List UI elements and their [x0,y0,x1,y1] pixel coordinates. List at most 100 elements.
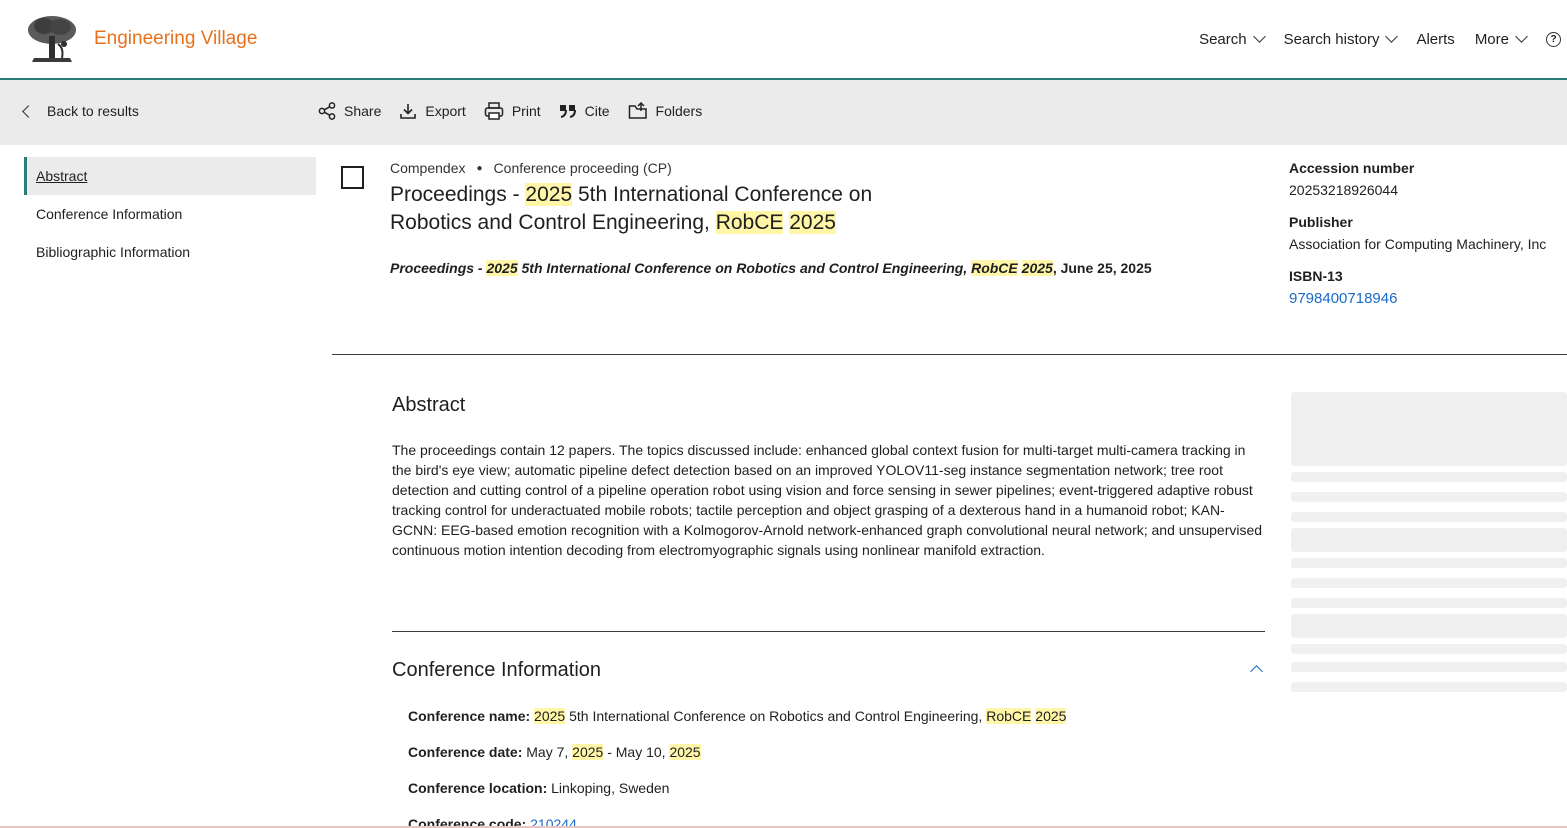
nav-more-label: More [1474,30,1509,48]
document-type: Conference proceeding (CP) [493,160,672,176]
nav-search-history-label: Search history [1283,30,1380,48]
source-text: Proceedings - [390,260,487,276]
accession-number-value: 20253218926044 [1289,182,1399,198]
abstract-heading: Abstract [392,394,466,416]
title-highlight: 2025 [789,211,836,234]
back-to-results-label: Back to results [47,103,139,119]
folders-label: Folders [655,103,703,119]
download-icon [400,104,417,119]
isbn-label: ISBN-13 [1289,268,1343,284]
publisher-label: Publisher [1289,214,1353,230]
sidenav-item-conference-information[interactable]: Conference Information [24,195,316,233]
skeleton-placeholder [1291,512,1567,522]
record-title: Proceedings - 2025 5th International Con… [390,181,910,237]
sidenav-item-label: Abstract [36,168,88,184]
conference-name-highlight: RobCE [986,708,1032,724]
nav-more[interactable]: More [1474,30,1528,48]
sidenav-item-bibliographic-information[interactable]: Bibliographic Information [24,233,316,271]
nav-search-label: Search [1199,30,1247,48]
brand-name[interactable]: Engineering Village [94,28,257,50]
source-highlight: 2025 [486,260,518,276]
printer-icon [484,102,504,120]
source-highlight: RobCE [971,260,1018,276]
back-to-results-link[interactable]: Back to results [18,103,139,119]
title-highlight: RobCE [715,211,784,234]
nav-search[interactable]: Search [1199,30,1266,48]
conference-date-highlight: 2025 [669,744,701,760]
top-header: Engineering Village Search Search histor… [0,0,1567,80]
chevron-down-icon [1252,30,1266,43]
conference-location-label: Conference location: [408,780,548,796]
toolbar-actions: Share Export Print Cite Folders [318,102,720,120]
skeleton-placeholder [1291,528,1567,552]
skeleton-placeholder [1291,578,1567,588]
record-source-line: Compendex ● Conference proceeding (CP) [390,160,672,176]
nav-alerts-label: Alerts [1416,30,1455,48]
print-label: Print [511,103,541,119]
conference-date-label: Conference date: [408,744,523,760]
accession-number-label: Accession number [1289,160,1415,176]
export-label: Export [425,103,466,119]
sidenav-item-label: Conference Information [36,206,183,222]
skeleton-placeholder [1291,472,1567,482]
separator-dot: ● [476,162,483,174]
print-button[interactable]: Print [484,102,541,120]
share-label: Share [344,103,382,119]
folders-button[interactable]: Folders [628,102,703,120]
title-text: Proceedings - [390,183,526,206]
chevron-down-icon [1385,30,1399,43]
record-metadata-panel: Accession number 20253218926044 Publishe… [1289,160,1567,307]
elsevier-tree-logo[interactable] [24,14,80,64]
conference-location-value: Linkoping, Sweden [551,780,670,796]
select-record-checkbox[interactable] [341,166,364,189]
nav-alerts[interactable]: Alerts [1416,31,1454,48]
conference-date-highlight: 2025 [572,744,604,760]
skeleton-placeholder [1291,492,1567,502]
cite-button[interactable]: Cite [559,103,610,119]
section-divider [392,631,1265,632]
conference-name-highlight: 2025 [1035,708,1067,724]
skeleton-placeholder [1291,558,1567,568]
abstract-text: The proceedings contain 12 papers. The t… [392,442,1263,558]
skeleton-placeholder [1291,644,1567,654]
chevron-down-icon [1515,30,1528,43]
export-button[interactable]: Export [399,102,466,120]
sidenav-item-abstract[interactable]: Abstract [24,157,316,195]
top-navigation: Search Search history Alerts More ? [1199,28,1567,50]
source-text: 5th International Conference on Robotics… [517,260,972,276]
isbn-link[interactable]: 9798400718946 [1289,290,1567,307]
share-icon [318,102,336,120]
conference-date-row: Conference date: May 7, 2025 - May 10, 2… [408,744,701,760]
sidenav-item-label: Bibliographic Information [36,244,191,260]
record-source-title: Proceedings - 2025 5th International Con… [390,260,1152,276]
record-section-nav: Abstract Conference Information Bibliogr… [24,157,316,271]
folder-add-icon [628,102,647,119]
source-date: , June 25, 2025 [1052,260,1152,276]
skeleton-placeholder [1291,598,1567,608]
conference-name-row: Conference name: 2025 5th International … [408,708,1067,724]
help-icon[interactable]: ? [1546,31,1561,47]
cite-label: Cite [584,103,610,119]
database-name: Compendex [390,160,466,176]
conference-location-row: Conference location: Linkoping, Sweden [408,780,669,796]
conference-name-label: Conference name: [408,708,531,724]
section-divider [332,354,1567,355]
conference-date-text: May 7, [526,744,573,760]
skeleton-placeholder [1291,392,1567,466]
source-highlight: 2025 [1021,260,1053,276]
chevron-up-icon[interactable] [1250,665,1263,678]
publisher-value: Association for Computing Machinery, Inc [1289,236,1547,252]
record-toolbar: Back to results Share Export Print Cite … [0,80,1567,145]
skeleton-placeholder [1291,682,1567,692]
conference-name-highlight: 2025 [534,708,566,724]
nav-search-history[interactable]: Search history [1283,30,1399,48]
quote-icon [559,105,576,118]
share-button[interactable]: Share [318,102,381,120]
skeleton-placeholder [1291,662,1567,672]
conference-information-heading: Conference Information [392,659,602,681]
skeleton-placeholder [1291,614,1567,638]
conference-name-text: 5th International Conference on Robotics… [565,708,987,724]
conference-date-text: - May 10, [603,744,670,760]
chevron-left-icon [22,104,35,118]
title-highlight: 2025 [525,183,573,206]
